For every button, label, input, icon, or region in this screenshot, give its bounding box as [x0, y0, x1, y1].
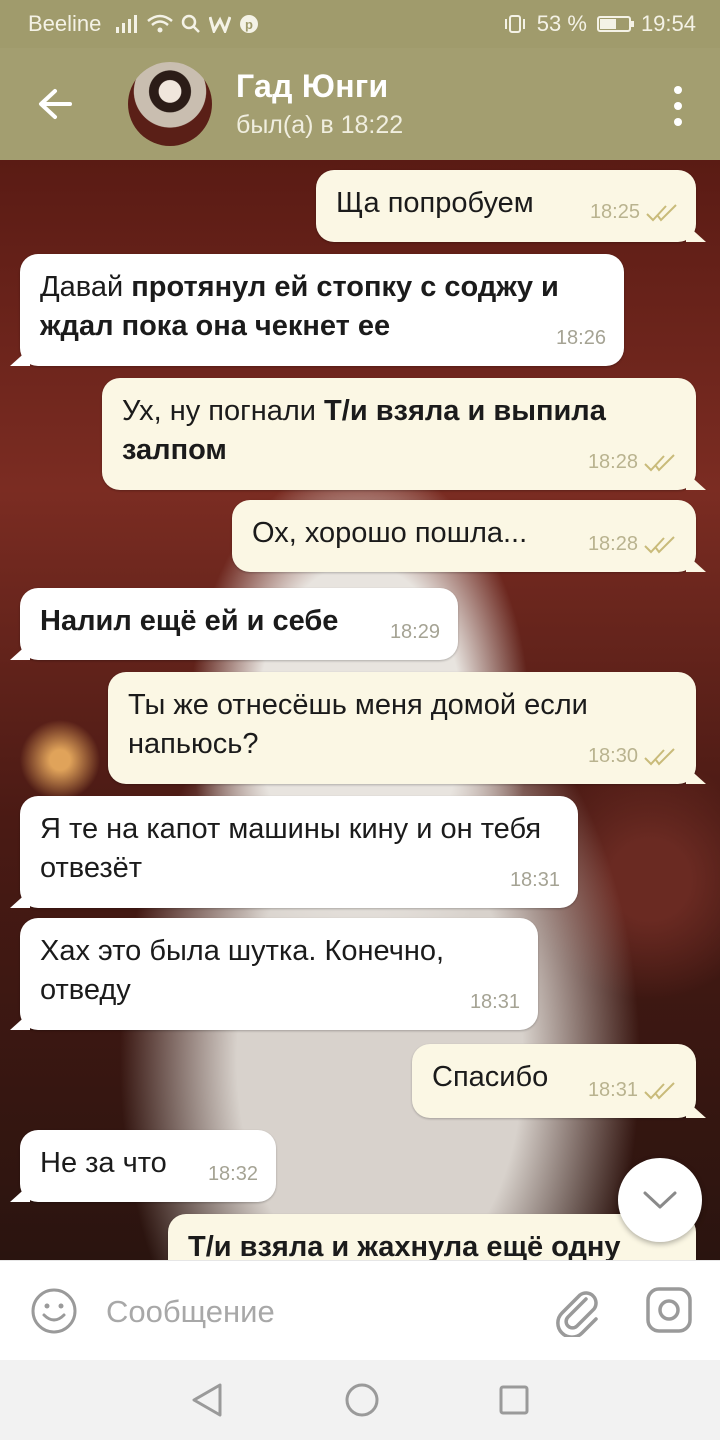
message-time: 18:32 — [207, 1163, 258, 1185]
menu-dot-icon — [674, 118, 682, 126]
system-navigation-bar — [0, 1360, 720, 1440]
message-text: Не за что — [40, 1147, 167, 1179]
message-time: 18:28 — [587, 451, 638, 473]
read-check-icon — [646, 203, 677, 222]
message-text: Налил ещё ей и себе — [40, 605, 339, 637]
message-bubble-outgoing[interactable]: Ща попробуем 18:25 — [316, 170, 696, 242]
message-text: Т/и взяла и жахнула ещё одну — [188, 1231, 621, 1260]
message-time: 18:26 — [555, 327, 606, 349]
message-time: 18:31 — [587, 1079, 638, 1101]
message-bubble-outgoing[interactable]: Ох, хорошо пошла... 18:28 — [232, 500, 696, 572]
contact-info[interactable]: Гад Юнги был(а) в 18:22 — [236, 68, 403, 140]
paperclip-icon — [556, 1291, 598, 1339]
menu-dot-icon — [674, 86, 682, 94]
message-time: 18:25 — [589, 201, 640, 223]
carrier-label: Beeline — [28, 11, 102, 36]
message-meta: 18:26 — [556, 319, 606, 358]
wifi-icon — [147, 14, 174, 33]
avatar[interactable] — [128, 62, 212, 146]
battery-icon — [596, 16, 634, 32]
message-meta: 18:31 — [510, 861, 560, 900]
chevron-down-icon — [643, 1191, 677, 1209]
nav-home-button[interactable] — [344, 1382, 380, 1423]
read-check-icon — [644, 535, 675, 554]
composer-bar — [0, 1260, 720, 1361]
message-text: Хах это была шутка. Конечно, отведу — [40, 935, 445, 1006]
status-icons: p — [115, 14, 259, 34]
square-recents-icon — [499, 1385, 529, 1415]
message-bubble-outgoing[interactable]: Ты же отнесёшь меня домой если напьюсь? … — [108, 672, 696, 784]
message-list[interactable]: Ща попробуем 18:25 Давай протянул ей сто… — [0, 160, 720, 1260]
message-meta: 18:25 — [590, 193, 680, 232]
message-bubble-incoming[interactable]: Не за что 18:32 — [20, 1130, 276, 1202]
battery-percent: 53 % — [536, 11, 587, 36]
message-time: 18:30 — [587, 745, 638, 767]
message-bubble-outgoing[interactable]: Спасибо 18:31 — [412, 1044, 696, 1118]
message-text: Ох, хорошо пошла... — [252, 517, 528, 549]
message-time: 18:31 — [469, 991, 520, 1013]
message-input[interactable] — [104, 1285, 528, 1339]
attach-button[interactable] — [552, 1285, 602, 1339]
more-options-button[interactable] — [666, 86, 690, 126]
signal-icon — [116, 15, 138, 33]
read-check-icon — [644, 453, 675, 472]
vibrate-icon — [504, 15, 525, 33]
message-text: Ща попробуем — [336, 187, 534, 219]
read-check-icon — [644, 747, 675, 766]
message-meta: 18:29 — [390, 613, 440, 652]
back-button[interactable] — [0, 48, 110, 160]
message-text: Спасибо — [432, 1061, 549, 1093]
menu-dot-icon — [674, 102, 682, 110]
emoji-button[interactable] — [30, 1287, 78, 1335]
status-bar: Beeline p 53 % 19:54 — [0, 0, 720, 48]
message-text: Давай протянул ей стопку с соджу и ждал … — [40, 271, 559, 342]
message-meta: 18:30 — [588, 737, 678, 776]
message-time: 18:31 — [509, 869, 560, 891]
nav-back-button[interactable] — [190, 1382, 224, 1423]
read-check-icon — [644, 1081, 675, 1100]
message-bubble-incoming[interactable]: Давай протянул ей стопку с соджу и ждал … — [20, 254, 624, 366]
message-meta: 18:28 — [588, 443, 678, 482]
search-icon — [182, 14, 201, 33]
camera-icon — [646, 1287, 692, 1333]
message-meta: 18:28 — [588, 525, 678, 564]
message-text: Ты же отнесёшь меня домой если напьюсь? — [128, 689, 588, 760]
scroll-to-bottom-button[interactable] — [618, 1158, 702, 1242]
triangle-back-icon — [192, 1383, 222, 1417]
nav-recents-button[interactable] — [498, 1384, 530, 1421]
chat-header: Гад Юнги был(а) в 18:22 — [0, 48, 720, 160]
message-text: Ух, ну погнали Т/и взяла и выпила залпом — [122, 395, 606, 466]
message-time: 18:29 — [389, 621, 440, 643]
app-w-icon — [209, 16, 232, 33]
message-bubble-outgoing[interactable]: Ух, ну погнали Т/и взяла и выпила залпом… — [102, 378, 696, 490]
last-seen-status: был(а) в 18:22 — [236, 111, 404, 139]
camera-button[interactable] — [644, 1285, 694, 1335]
arrow-back-icon — [39, 89, 72, 119]
pinterest-icon: p — [240, 15, 259, 33]
smiley-icon — [31, 1288, 77, 1334]
circle-home-icon — [345, 1383, 379, 1417]
message-meta: 18:31 — [470, 983, 520, 1022]
message-bubble-incoming[interactable]: Налил ещё ей и себе 18:29 — [20, 588, 458, 660]
svg-text:p: p — [245, 17, 253, 32]
message-bubble-incoming[interactable]: Хах это была шутка. Конечно, отведу 18:3… — [20, 918, 538, 1030]
message-meta: 18:31 — [588, 1071, 678, 1110]
clock: 19:54 — [640, 11, 696, 36]
contact-name: Гад Юнги — [236, 68, 389, 104]
message-bubble-outgoing[interactable]: Т/и взяла и жахнула ещё одну — [168, 1214, 696, 1260]
message-text: Я те на капот машины кину и он тебя отве… — [40, 813, 542, 884]
message-bubble-incoming[interactable]: Я те на капот машины кину и он тебя отве… — [20, 796, 578, 908]
message-meta: 18:32 — [208, 1155, 258, 1194]
message-time: 18:28 — [587, 533, 638, 555]
